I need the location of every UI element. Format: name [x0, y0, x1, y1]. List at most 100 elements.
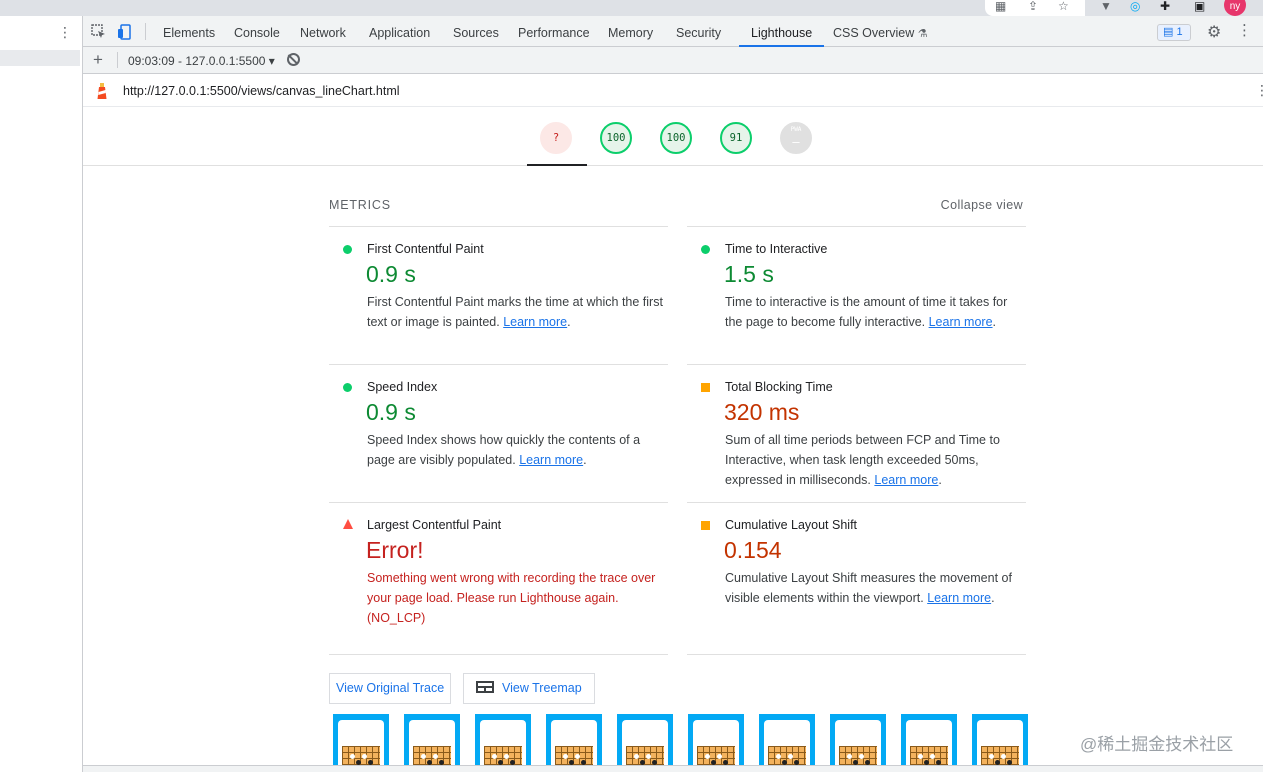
- filmstrip-thumbnail: [972, 714, 1028, 772]
- average-indicator-icon: [701, 383, 710, 392]
- divider: [687, 654, 1026, 655]
- metric-description: Cumulative Layout Shift measures the mov…: [725, 568, 1021, 608]
- filmstrip-thumbnail: [333, 714, 389, 772]
- board-stone: [859, 754, 864, 759]
- filmstrip-thumbnail: [830, 714, 886, 772]
- gauge-pwa[interactable]: PWA —: [780, 122, 812, 154]
- board-stone: [634, 754, 639, 759]
- customize-menu-icon[interactable]: ⋮: [1237, 21, 1252, 39]
- view-original-trace-button[interactable]: View Original Trace: [329, 673, 452, 704]
- page-pane: ⋮: [0, 16, 83, 772]
- metric-fcp: First Contentful Paint 0.9 s First Conte…: [329, 226, 668, 364]
- issues-icon: ▤: [1163, 26, 1174, 38]
- tab-lighthouse[interactable]: Lighthouse: [739, 16, 825, 47]
- filmstrip-thumbnail: [688, 714, 744, 772]
- view-treemap-button[interactable]: View Treemap: [463, 673, 595, 704]
- devtools-drawer-edge: [83, 765, 1263, 772]
- learn-more-link[interactable]: Learn more: [503, 315, 567, 329]
- metric-description: Time to interactive is the amount of tim…: [725, 292, 1021, 332]
- bookmark-star-icon[interactable]: ☆: [1058, 0, 1069, 12]
- tab-performance[interactable]: Performance: [518, 16, 590, 47]
- metric-title: Cumulative Layout Shift: [725, 518, 858, 532]
- metric-value: 1.5 s: [724, 261, 774, 287]
- learn-more-link[interactable]: Learn more: [519, 453, 583, 467]
- filmstrip-thumbnail: [546, 714, 602, 772]
- tab-network[interactable]: Network: [300, 16, 346, 47]
- pwa-label: PWA: [790, 126, 802, 133]
- metric-error-description: Something went wrong with recording the …: [367, 571, 656, 625]
- gauge-performance[interactable]: ?: [540, 122, 572, 154]
- metric-value: 320 ms: [724, 399, 800, 425]
- gauge-seo[interactable]: 91: [720, 122, 752, 154]
- metric-tti: Time to Interactive 1.5 s Time to intera…: [687, 226, 1026, 364]
- learn-more-link[interactable]: Learn more: [929, 315, 993, 329]
- filmstrip-thumbnail: [901, 714, 957, 772]
- tab-memory[interactable]: Memory: [608, 16, 653, 47]
- tab-console[interactable]: Console: [234, 16, 280, 47]
- selected-row: [0, 50, 80, 66]
- board-stone: [788, 754, 793, 759]
- board-stone: [705, 754, 710, 759]
- pwa-dash-icon: —: [792, 135, 800, 149]
- gauge-accessibility[interactable]: 100: [600, 122, 632, 154]
- board-stone: [421, 754, 426, 759]
- tab-security[interactable]: Security: [676, 16, 721, 47]
- desc-period: .: [991, 591, 995, 605]
- filmstrip-thumbnail: [404, 714, 460, 772]
- metric-desc-text: Sum of all time periods between FCP and …: [725, 433, 1000, 487]
- score-gauges: ? 100 100 91 PWA —: [83, 107, 1263, 166]
- report-selector[interactable]: 09:03:09 - 127.0.0.1:5500 ▾: [128, 54, 275, 68]
- clear-reports-icon[interactable]: [287, 53, 300, 66]
- tab-sources[interactable]: Sources: [453, 16, 499, 47]
- puzzle-icon[interactable]: ✚: [1160, 0, 1170, 12]
- board-stone: [776, 754, 781, 759]
- board-stone: [918, 754, 923, 759]
- report-url-bar: http://127.0.0.1:5500/views/canvas_lineC…: [83, 74, 1263, 107]
- fail-indicator-icon: [343, 519, 353, 529]
- divider: [117, 52, 118, 68]
- tab-css-overview-label: CSS Overview: [833, 26, 915, 40]
- settings-gear-icon[interactable]: ⚙: [1207, 22, 1221, 42]
- devtools-tabbar: Elements Console Network Application Sou…: [83, 16, 1263, 47]
- metric-description: First Contentful Paint marks the time at…: [367, 292, 663, 332]
- extension-icon[interactable]: ▼: [1100, 0, 1112, 12]
- learn-more-link[interactable]: Learn more: [927, 591, 991, 605]
- report-url[interactable]: http://127.0.0.1:5500/views/canvas_lineC…: [123, 84, 400, 98]
- translate-icon[interactable]: ▦: [995, 0, 1006, 12]
- report-menu-icon[interactable]: ⋮: [1255, 82, 1263, 99]
- board-stone: [1001, 754, 1006, 759]
- share-icon[interactable]: ⇪: [1028, 0, 1038, 12]
- filmstrip-thumbnail: [759, 714, 815, 772]
- metric-tbt: Total Blocking Time 320 ms Sum of all ti…: [687, 364, 1026, 502]
- device-toolbar-icon[interactable]: [117, 24, 133, 40]
- avatar[interactable]: ny: [1224, 0, 1246, 16]
- flask-icon: ⚗: [917, 28, 928, 40]
- metric-desc-text: Speed Index shows how quickly the conten…: [367, 433, 641, 467]
- tab-css-overview[interactable]: CSS Overview ⚗: [833, 16, 928, 47]
- desc-period: .: [992, 315, 997, 329]
- collapse-view-button[interactable]: Collapse view: [941, 198, 1023, 212]
- pass-indicator-icon: [343, 383, 352, 392]
- metric-title: Largest Contentful Paint: [367, 518, 502, 532]
- metric-value: 0.9 s: [366, 399, 416, 425]
- board-stone: [504, 754, 509, 759]
- filmstrip-thumbnail: [475, 714, 531, 772]
- window-icon[interactable]: ▣: [1194, 0, 1205, 12]
- learn-more-link[interactable]: Learn more: [874, 473, 938, 487]
- inspect-icon[interactable]: [91, 24, 107, 40]
- desc-period: .: [583, 453, 587, 467]
- extension-2-icon[interactable]: ◎: [1130, 0, 1140, 12]
- more-icon[interactable]: ⋮: [58, 24, 72, 41]
- new-report-plus-icon[interactable]: +: [93, 50, 103, 70]
- metric-title: Speed Index: [367, 380, 438, 394]
- gauge-best-practices[interactable]: 100: [660, 122, 692, 154]
- lighthouse-logo-icon: [97, 83, 107, 99]
- board-stone: [575, 754, 580, 759]
- metric-title: Total Blocking Time: [725, 380, 833, 394]
- issues-badge[interactable]: ▤ 1: [1157, 24, 1191, 41]
- tab-application[interactable]: Application: [369, 16, 430, 47]
- board-stone: [362, 754, 367, 759]
- tab-elements[interactable]: Elements: [163, 16, 215, 47]
- browser-toolbar: ▦ ⇪ ☆ ▼ ◎ ✚ ▣ ny: [0, 0, 1263, 16]
- watermark: @稀土掘金技术社区: [1080, 735, 1234, 754]
